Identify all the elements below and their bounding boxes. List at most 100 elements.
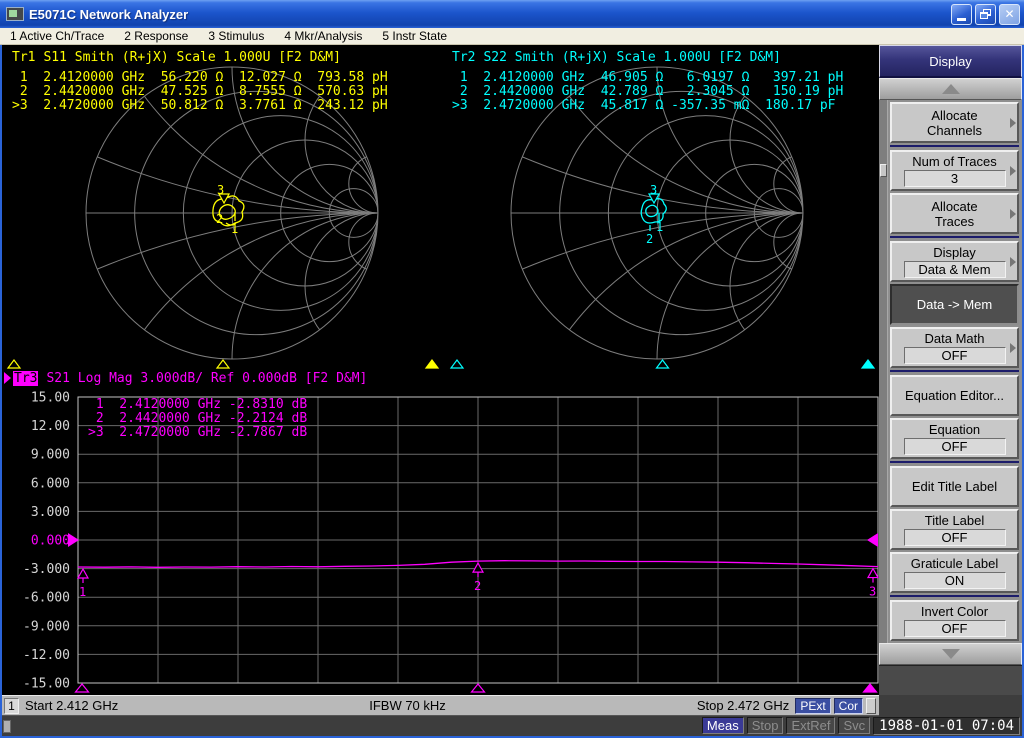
minimize-icon [957, 18, 966, 21]
menu-item-3-stimulus[interactable]: 3 Stimulus [198, 29, 274, 43]
softkey-label: Allocate [931, 108, 977, 123]
marker-readout-row: >3 2.4720000 GHz 45.817 Ω -357.35 mΩ 180… [452, 99, 843, 113]
stop-frequency-label: Stop 2.472 GHz [697, 698, 790, 713]
softkey-data-math[interactable]: Data MathOFF [890, 327, 1019, 368]
softkey-allocate-traces[interactable]: AllocateTraces [890, 193, 1019, 234]
menu-separator [890, 595, 1019, 597]
svg-text:-12.00: -12.00 [23, 648, 70, 663]
svg-text:1: 1 [79, 585, 86, 599]
menu-scroll-down-button[interactable] [879, 643, 1022, 665]
status-badge-stop: Stop [747, 717, 784, 734]
menu-separator [890, 461, 1019, 463]
softkey-label: Data -> Mem [917, 297, 993, 312]
app-icon [6, 7, 24, 21]
softkey-label: Title Label [925, 513, 985, 528]
svg-text:-9.000: -9.000 [23, 619, 70, 634]
close-icon: ✕ [1004, 8, 1014, 20]
arrow-down-icon [942, 649, 960, 659]
menu-scrollbar-handle[interactable] [880, 164, 887, 177]
marker-number-label: 2 [216, 212, 223, 226]
trace2-header[interactable]: Tr2S22 Smith (R+jX) Scale 1.000U [F2 D&M… [452, 50, 781, 65]
status-bar: MeasStopExtRefSvc 1988-01-01 07:04 [0, 716, 1024, 738]
close-button[interactable]: ✕ [999, 4, 1020, 25]
restore-button[interactable] [975, 4, 996, 25]
trace3-marker-table: 1 2.4120000 GHz -2.8310 dB 2 2.4420000 G… [88, 398, 307, 440]
indicator-cor: Cor [834, 698, 863, 714]
ref-level-arrow-right [867, 533, 878, 547]
instrument-screen: 32131215.0012.009.0006.0003.0000.000-3.0… [2, 45, 879, 695]
stimulus-bar-row: 1 Start 2.412 GHz IFBW 70 kHz Stop 2.472… [0, 695, 1024, 716]
marker-readout-row: 2 2.4420000 GHz 47.525 Ω 8.7555 Ω 570.63… [12, 85, 388, 99]
trace3-format: S21 Log Mag 3.000dB/ Ref 0.000dB [F2 D&M… [46, 371, 367, 386]
menu-item-5-instr-state[interactable]: 5 Instr State [372, 29, 457, 43]
softkey-allocate-channels[interactable]: AllocateChannels [890, 102, 1019, 143]
svg-text:-15.00: -15.00 [23, 677, 70, 692]
menu-scrollbar[interactable] [879, 100, 888, 643]
softkey-title-label[interactable]: Title LabelOFF [890, 509, 1019, 550]
svg-text:12.00: 12.00 [31, 419, 70, 434]
menu-item-2-response[interactable]: 2 Response [114, 29, 198, 43]
softkey-label: Num of Traces [912, 154, 997, 169]
window-title: E5071C Network Analyzer [29, 7, 948, 22]
datetime-label: 1988-01-01 07:04 [873, 717, 1020, 735]
main-area: 32131215.0012.009.0006.0003.0000.000-3.0… [0, 45, 1024, 695]
softkey-value: Data & Mem [904, 261, 1006, 278]
marker-readout-row: 1 2.4120000 GHz 56.220 Ω 12.027 Ω 793.58… [12, 71, 388, 85]
svg-text:15.00: 15.00 [31, 391, 70, 406]
submenu-arrow-icon [1010, 166, 1016, 176]
menu-separator [890, 370, 1019, 372]
channel-number-badge: 1 [4, 698, 19, 714]
restore-icon [980, 9, 991, 19]
menu-footer [879, 665, 1022, 695]
softkey-value: OFF [904, 620, 1006, 637]
marker-readout-row: 2 2.4420000 GHz 42.789 Ω 2.3045 Ω 150.19… [452, 85, 843, 99]
marker-number-label: 1 [231, 222, 238, 236]
softkey-num-of-traces[interactable]: Num of Traces3 [890, 150, 1019, 191]
marker-readout-row: 1 2.4120000 GHz 46.905 Ω 6.0197 Ω 397.21… [452, 71, 843, 85]
menu-item-1-active-ch-trace[interactable]: 1 Active Ch/Trace [0, 29, 114, 43]
softkey-display[interactable]: DisplayData & Mem [890, 241, 1019, 282]
softkey-equation[interactable]: EquationOFF [890, 418, 1019, 459]
trace2-format: S22 Smith (R+jX) Scale 1.000U [F2 D&M] [483, 50, 780, 65]
trace3-header[interactable]: Tr3S21 Log Mag 3.000dB/ Ref 0.000dB [F2 … [4, 371, 367, 386]
softkey-data-mem[interactable]: Data -> Mem [890, 284, 1019, 325]
trace3-marker-1[interactable] [78, 569, 88, 583]
minimize-button[interactable] [951, 4, 972, 25]
softkey-label: Invert Color [921, 604, 988, 619]
menu-bar: 1 Active Ch/Trace2 Response3 Stimulus4 M… [0, 28, 1024, 45]
svg-text:0.000: 0.000 [31, 534, 70, 549]
trace3-marker-3[interactable] [868, 569, 878, 583]
softkey-menu-title: Display [879, 45, 1022, 78]
softkey-label: Traces [935, 214, 974, 229]
softkey-value: OFF [904, 347, 1006, 364]
trace3-marker-2[interactable] [473, 563, 483, 577]
menu-item-4-mkr-analysis[interactable]: 4 Mkr/Analysis [274, 29, 372, 43]
softkey-label: Channels [927, 123, 982, 138]
softkey-invert-color[interactable]: Invert ColorOFF [890, 600, 1019, 641]
indicator-pext: PExt [795, 698, 830, 714]
svg-text:2: 2 [646, 232, 653, 246]
menu-scroll-up-button[interactable] [879, 78, 1022, 100]
softkey-equation-editor[interactable]: Equation Editor... [890, 375, 1019, 416]
submenu-arrow-icon [1010, 257, 1016, 267]
softkey-label: Graticule Label [911, 556, 998, 571]
softkey-value: ON [904, 572, 1006, 589]
marker-readout-row: 1 2.4120000 GHz -2.8310 dB [88, 398, 307, 412]
svg-text:-6.000: -6.000 [23, 591, 70, 606]
status-badge-meas: Meas [702, 717, 744, 734]
svg-text:3: 3 [650, 183, 657, 197]
svg-text:9.000: 9.000 [31, 448, 70, 463]
ifbw-label: IFBW 70 kHz [118, 698, 697, 713]
softkey-label: Edit Title Label [912, 479, 997, 494]
trace1-header[interactable]: Tr1S11 Smith (R+jX) Scale 1.000U [F2 D&M… [12, 50, 341, 65]
menu-separator [890, 236, 1019, 238]
screen-canvas[interactable]: 32131215.0012.009.0006.0003.0000.000-3.0… [2, 45, 879, 695]
softkey-label: Allocate [931, 199, 977, 214]
softkey-graticule-label[interactable]: Graticule LabelON [890, 552, 1019, 593]
svg-text:-3.000: -3.000 [23, 562, 70, 577]
svg-text:3.000: 3.000 [31, 505, 70, 520]
app-window: E5071C Network Analyzer ✕ 1 Active Ch/Tr… [0, 0, 1024, 738]
softkey-edit-title-label[interactable]: Edit Title Label [890, 466, 1019, 507]
trace1-marker-table: 1 2.4120000 GHz 56.220 Ω 12.027 Ω 793.58… [12, 71, 388, 113]
svg-text:6.000: 6.000 [31, 476, 70, 491]
